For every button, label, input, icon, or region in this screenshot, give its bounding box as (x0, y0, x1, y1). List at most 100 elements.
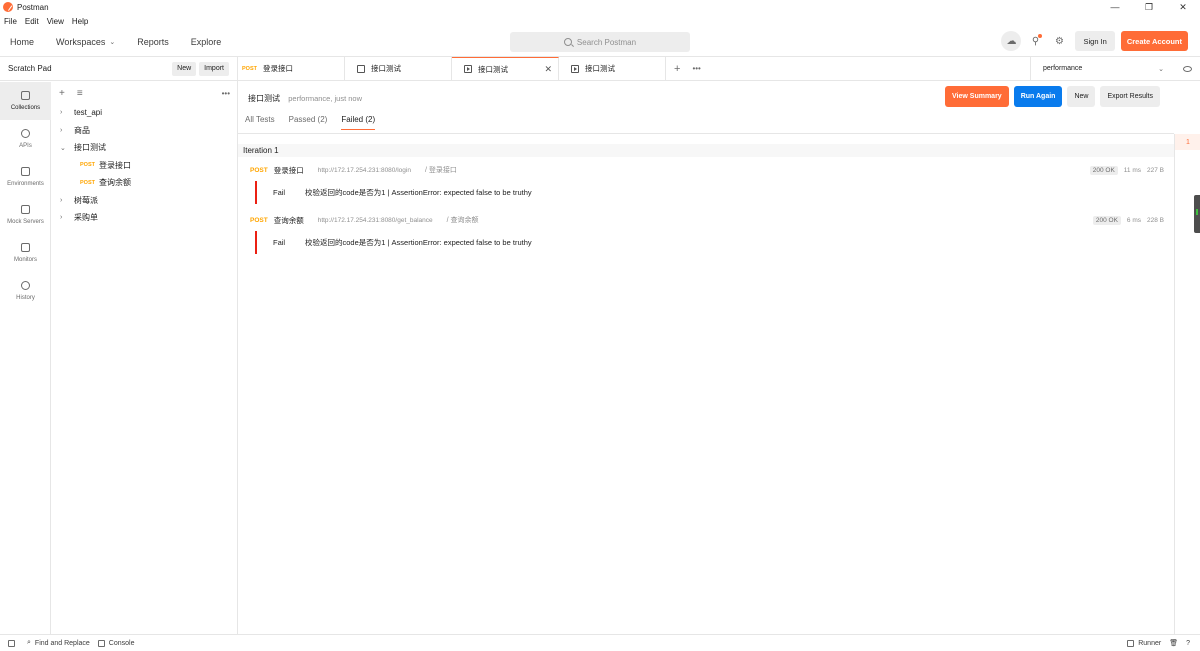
test-failure: Fail 校验返回的code是否为1 | AssertionError: exp… (255, 181, 1174, 204)
new-button[interactable]: New (172, 61, 197, 76)
rail-environments[interactable]: Environments (0, 158, 51, 196)
scratch-pad-title: Scratch Pad (8, 64, 52, 73)
find-replace-button[interactable]: ⌕ Find and Replace (27, 639, 90, 647)
nav-reports[interactable]: Reports (137, 37, 169, 47)
cloud-sync-icon[interactable]: ☁ (1001, 31, 1022, 51)
request-item[interactable]: POST 查询余额 (51, 174, 238, 192)
request-stats: 200 OK 11 ms 227 B (1084, 163, 1164, 177)
chevron-right-icon: › (60, 196, 63, 204)
settings-gear-icon[interactable]: ⚙ (1049, 31, 1069, 51)
status-bar: ⌕ Find and Replace Console Runner 🗑 ? (0, 634, 1200, 651)
rail-mock-servers[interactable]: Mock Servers (0, 196, 51, 234)
run-again-button[interactable]: Run Again (1013, 86, 1063, 107)
export-results-button[interactable]: Export Results (1100, 86, 1160, 107)
console-button[interactable]: Console (97, 639, 135, 647)
status-badge: 200 OK (1092, 215, 1121, 225)
close-window-icon[interactable]: ✕ (1166, 0, 1200, 14)
collections-tree: + ≡ ••• › test_api › 商品 ⌄ 接口测试 POST 登录接口… (51, 82, 238, 227)
request-item[interactable]: POST 登录接口 (51, 157, 238, 175)
collection-label: 采购单 (74, 213, 98, 223)
collection-item[interactable]: › 采购单 (51, 209, 238, 227)
environment-selector[interactable]: performance ⌄ (1030, 57, 1200, 81)
filter-failed[interactable]: Failed (2) (341, 115, 376, 130)
request-path: / 登录接口 (424, 167, 457, 174)
console-label: Console (108, 639, 135, 647)
filter-passed[interactable]: Passed (2) (289, 115, 328, 130)
menu-view[interactable]: View (47, 17, 64, 26)
request-name: 查询余额 (273, 215, 304, 225)
runner-tab-icon (571, 64, 579, 73)
rail-apis[interactable]: APIs (0, 120, 51, 158)
add-tab-icon[interactable]: + (674, 63, 680, 75)
tab-collection[interactable]: 接口测试 (345, 56, 452, 81)
nav-explore[interactable]: Explore (191, 37, 222, 47)
create-account-button[interactable]: Create Account (1120, 31, 1188, 51)
sign-in-button[interactable]: Sign In (1075, 31, 1115, 51)
trash-icon[interactable]: 🗑 (1169, 639, 1178, 647)
chevron-down-icon: ⌄ (1158, 65, 1164, 73)
rail-label: APIs (19, 143, 32, 149)
filter-icon[interactable]: ≡ (77, 88, 83, 99)
apis-icon (21, 129, 30, 138)
status-badge: 200 OK (1089, 165, 1118, 175)
history-icon (21, 281, 30, 290)
rail-collections[interactable]: Collections (0, 82, 51, 120)
satellite-icon[interactable]: ⚲ (1025, 31, 1045, 51)
run-actions: View Summary Run Again New Export Result… (940, 86, 1160, 107)
menu-file[interactable]: File (4, 17, 17, 26)
tree-toolbar: + ≡ ••• (51, 82, 238, 104)
tab-label: 登录接口 (262, 64, 293, 73)
left-sidebar: Scratch Pad New Import Collections APIs … (0, 57, 238, 634)
menu-edit[interactable]: Edit (25, 17, 39, 26)
side-panel-handle[interactable] (1194, 195, 1200, 233)
request-url: http://172.17.254.231:8080/login (317, 166, 411, 174)
help-icon[interactable]: ? (1186, 640, 1190, 647)
status-right: Runner 🗑 ? (1119, 639, 1190, 647)
minimize-icon[interactable]: — (1098, 0, 1132, 14)
tab-runner-active[interactable]: 接口测试 ✕ (452, 56, 559, 81)
collection-label: 商品 (74, 125, 90, 135)
iteration-number[interactable]: 1 (1175, 134, 1200, 150)
request-line[interactable]: POST 查询余额 http://172.17.254.231:8080/get… (250, 213, 1174, 227)
more-options-icon[interactable]: ••• (222, 89, 230, 98)
request-name: 登录接口 (273, 165, 304, 175)
new-run-button[interactable]: New (1067, 86, 1096, 107)
find-replace-label: Find and Replace (34, 639, 90, 647)
postman-logo-icon (3, 2, 13, 12)
add-collection-icon[interactable]: + (59, 88, 65, 99)
request-url: http://172.17.254.231:8080/get_balance (317, 216, 433, 224)
runner-button[interactable]: Runner (1127, 639, 1162, 647)
response-size: 228 B (1147, 216, 1164, 224)
collection-item[interactable]: › 商品 (51, 122, 238, 140)
monitors-icon (21, 243, 30, 252)
tab-runner[interactable]: 接口测试 (559, 56, 666, 81)
request-line[interactable]: POST 登录接口 http://172.17.254.231:8080/log… (250, 163, 1174, 177)
view-summary-button[interactable]: View Summary (945, 86, 1009, 107)
request-path: / 查询余额 (446, 217, 479, 224)
tab-login-request[interactable]: POST 登录接口 (238, 56, 345, 81)
rail-history[interactable]: History (0, 272, 51, 310)
toggle-sidebar-icon[interactable] (8, 639, 19, 647)
tab-label: 接口测试 (585, 64, 615, 73)
collection-item[interactable]: › 树莓派 (51, 192, 238, 210)
close-tab-icon[interactable]: ✕ (544, 64, 552, 75)
tab-more-icon[interactable]: ••• (692, 64, 700, 73)
runner-label: Runner (1138, 639, 1162, 647)
collections-icon (21, 91, 30, 100)
restore-icon[interactable]: ❐ (1132, 0, 1166, 14)
rail-monitors[interactable]: Monitors (0, 234, 51, 272)
menu-help[interactable]: Help (72, 17, 88, 26)
import-button[interactable]: Import (199, 61, 229, 76)
collection-item[interactable]: ⌄ 接口测试 (51, 139, 238, 157)
nav-workspaces[interactable]: Workspaces ⌄ (56, 37, 115, 47)
nav-home[interactable]: Home (10, 37, 34, 47)
collection-item[interactable]: › test_api (51, 104, 238, 122)
request-method: POST (250, 216, 268, 224)
fail-label: Fail (273, 238, 286, 247)
eye-icon[interactable] (1183, 65, 1192, 72)
collection-label: test_api (74, 108, 103, 118)
filter-all-tests[interactable]: All Tests (245, 115, 275, 130)
request-result: POST 查询余额 http://172.17.254.231:8080/get… (250, 213, 1174, 254)
request-result: POST 登录接口 http://172.17.254.231:8080/log… (250, 163, 1174, 204)
search-input[interactable]: Search Postman (510, 32, 690, 52)
